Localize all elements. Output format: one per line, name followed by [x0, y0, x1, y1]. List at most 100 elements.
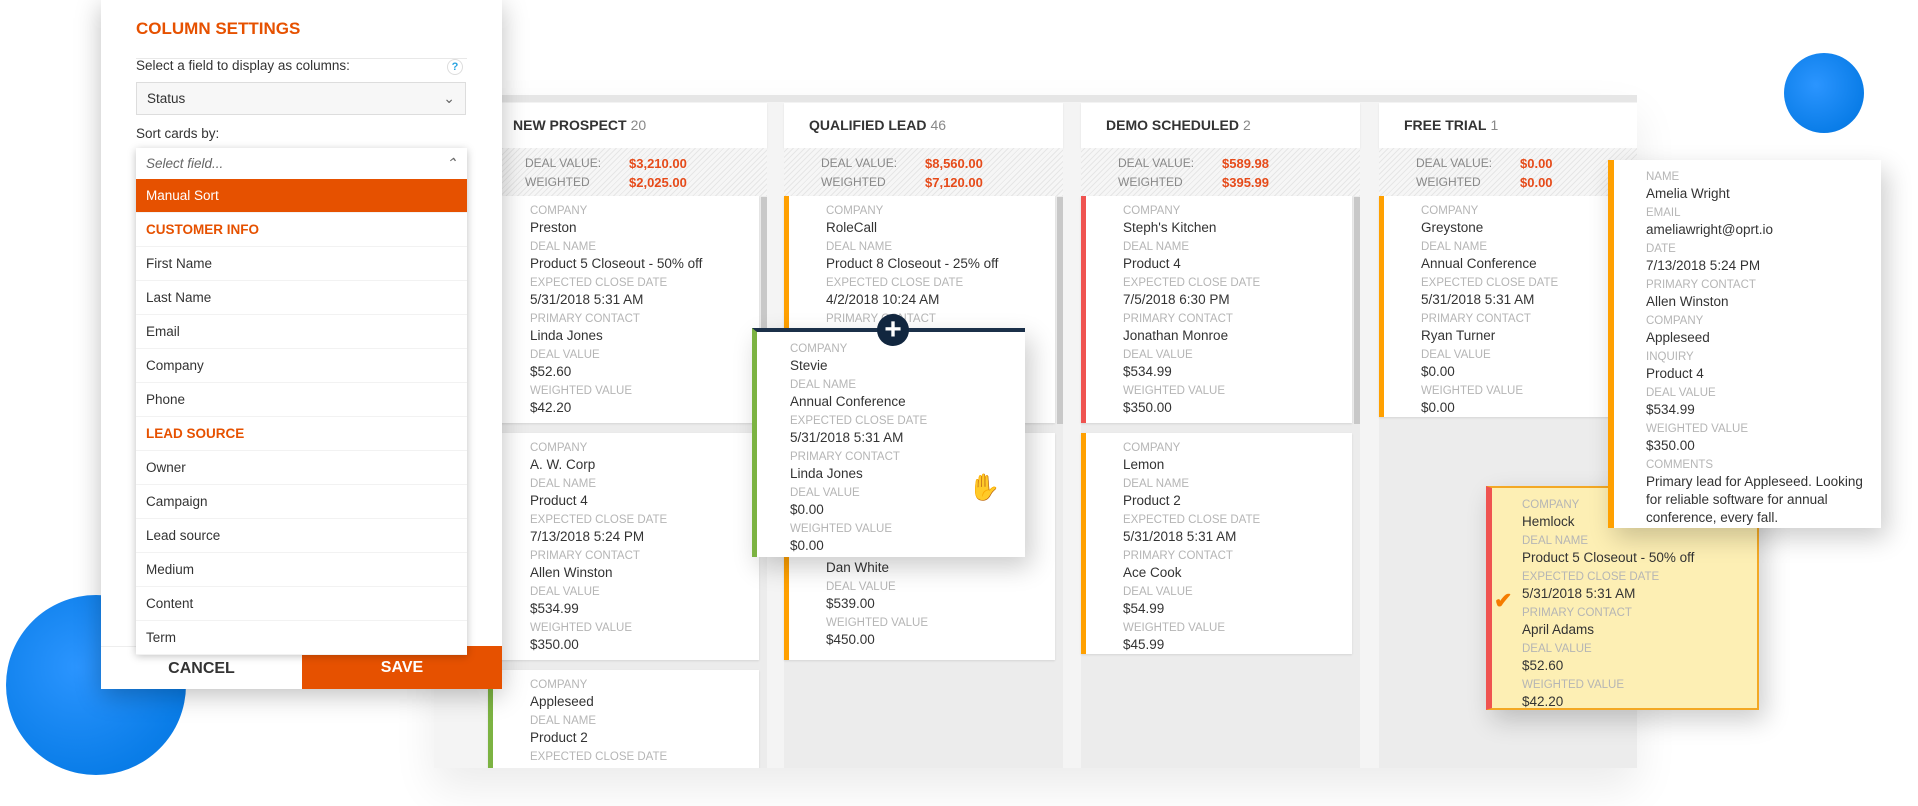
- sort-option[interactable]: Last Name: [136, 281, 467, 315]
- column-count: 20: [630, 117, 647, 133]
- deal-card[interactable]: COMPANY A. W. Corp DEAL NAME Product 4 EXPEC…: [488, 433, 759, 660]
- column-header[interactable]: FREE TRIAL 1: [1379, 103, 1637, 148]
- column-title: FREE TRIAL: [1404, 117, 1487, 133]
- field-value: Appleseed: [1646, 330, 1710, 345]
- deal-value-row: DEAL VALUE: $3,210.00: [525, 154, 767, 173]
- field-label: DEAL VALUE: [1522, 643, 1592, 655]
- field-value: 5/31/2018 5:31 AM: [530, 292, 644, 307]
- weighted-value-row: WEIGHTED VALUE: $7,120.00: [821, 173, 1063, 208]
- deal-card[interactable]: COMPANY Steph's Kitchen DEAL NAME Product 4…: [1081, 196, 1352, 423]
- card-list: COMPANY Steph's Kitchen DEAL NAME Product 4…: [1081, 196, 1360, 654]
- field-value: 7/5/2018 6:30 PM: [1123, 292, 1230, 307]
- sort-option[interactable]: Term: [136, 621, 467, 655]
- field-label: WEIGHTED VALUE: [1522, 679, 1625, 691]
- field-value: $534.99: [530, 601, 579, 616]
- field-label: COMPANY: [1421, 205, 1479, 217]
- field-label: PRIMARY CONTACT: [1522, 607, 1632, 619]
- deal-value-row: DEAL VALUE: $589.98: [1118, 154, 1360, 173]
- grab-hand-cursor-icon: ✋: [968, 472, 1001, 502]
- field-value: $450.00: [826, 632, 875, 647]
- field-value: 7/13/2018 5:24 PM: [1646, 258, 1761, 273]
- column-header[interactable]: QUALIFIED LEAD 46: [784, 103, 1063, 148]
- field-label: NAME: [1646, 171, 1680, 183]
- deal-card[interactable]: COMPANY Preston DEAL NAME Product 5 Closeou…: [488, 196, 759, 423]
- deal-value-label: DEAL VALUE:: [821, 156, 898, 170]
- field-label: PRIMARY CONTACT: [790, 451, 900, 463]
- field-label: COMPANY: [1123, 442, 1181, 454]
- sort-option[interactable]: Owner: [136, 451, 467, 485]
- column-summary: DEAL VALUE: $0.00 WEIGHTED VALUE: $0.00: [1379, 148, 1637, 208]
- field-label: COMPANY: [530, 205, 588, 217]
- field-label: WEIGHTED VALUE: [1646, 423, 1749, 435]
- column-title: QUALIFIED LEAD: [809, 117, 927, 133]
- deal-card[interactable]: COMPANY Lemon DEAL NAME Product 2 EXPECTED C…: [1081, 433, 1352, 654]
- column-settings-modal: COLUMN SETTINGS Select a field to displa…: [101, 0, 502, 689]
- field-label: WEIGHTED VALUE: [1123, 622, 1226, 634]
- column-title: NEW PROSPECT: [513, 117, 627, 133]
- field-label: EXPECTED CLOSE DATE: [1522, 571, 1660, 583]
- column-scrollbar[interactable]: [1354, 197, 1360, 424]
- field-value: Product 5 Closeout - 50% off: [530, 256, 703, 271]
- column-header[interactable]: NEW PROSPECT 20: [488, 103, 767, 148]
- column-field-select[interactable]: Status ⌄: [136, 82, 466, 115]
- field-label: DEAL NAME: [1123, 241, 1190, 253]
- deal-value-label: DEAL VALUE:: [1118, 156, 1195, 170]
- field-value: Product 4: [1123, 256, 1181, 271]
- deal-card[interactable]: COMPANY Appleseed DEAL NAME Product 2 EXPECT…: [488, 670, 759, 768]
- sort-option[interactable]: Medium: [136, 553, 467, 587]
- field-label: DEAL NAME: [530, 478, 597, 490]
- board-column: NEW PROSPECT 20 DEAL VALUE: $3,210.00 WEIGHT…: [488, 103, 767, 768]
- field-value: $54.99: [1123, 601, 1165, 616]
- column-scrollbar[interactable]: [1057, 197, 1063, 424]
- sort-option[interactable]: First Name: [136, 247, 467, 281]
- decorative-blue-circle: [1784, 53, 1864, 133]
- sort-option[interactable]: Content: [136, 587, 467, 621]
- field-value: Steph's Kitchen: [1123, 220, 1217, 235]
- help-icon[interactable]: ?: [447, 59, 463, 75]
- field-label: DEAL NAME: [530, 241, 597, 253]
- sort-option[interactable]: Campaign: [136, 485, 467, 519]
- field-label: INQUIRY: [1646, 351, 1694, 363]
- deal-card[interactable]: COMPANY Greystone DEAL NAME Annual Conferen…: [1379, 196, 1637, 417]
- field-label: EXPECTED CLOSE DATE: [826, 277, 964, 289]
- field-value: $534.99: [1123, 364, 1172, 379]
- sort-option[interactable]: Email: [136, 315, 467, 349]
- field-value: $534.99: [1646, 402, 1695, 417]
- field-value: Product 4: [530, 493, 588, 508]
- checkmark-icon[interactable]: ✔: [1494, 588, 1512, 614]
- deal-value-total: $8,560.00: [925, 156, 983, 171]
- sort-option[interactable]: Lead source: [136, 519, 467, 553]
- field-value: Annual Conference: [1421, 256, 1537, 271]
- field-label: DATE: [1646, 243, 1676, 255]
- field-label: WEIGHTED VALUE: [530, 385, 633, 397]
- field-value: Product 4: [1646, 366, 1704, 381]
- column-field-value: Status: [147, 91, 186, 106]
- deal-value-total: $0.00: [1520, 156, 1553, 171]
- detail-card[interactable]: NAME Amelia Wright EMAIL ameliawright@oprt.…: [1608, 160, 1881, 528]
- field-value: 5/31/2018 5:31 AM: [1522, 586, 1636, 601]
- field-value: $0.00: [1421, 364, 1455, 379]
- sort-placeholder: Select field...: [146, 156, 224, 171]
- field-label: DEAL VALUE: [1123, 349, 1193, 361]
- field-label: WEIGHTED VALUE: [1123, 385, 1226, 397]
- field-value: Product 5 Closeout - 50% off: [1522, 550, 1695, 565]
- sort-label: Sort cards by:: [136, 126, 220, 141]
- field-value: $42.20: [1522, 694, 1564, 709]
- field-value: 5/31/2018 5:31 AM: [530, 765, 759, 768]
- chevron-down-icon: ⌄: [443, 90, 455, 106]
- field-value: 5/31/2018 5:31 AM: [790, 430, 904, 445]
- sort-option[interactable]: Phone: [136, 383, 467, 417]
- sort-field-input[interactable]: Select field... ⌃: [136, 148, 467, 179]
- dragged-card[interactable]: COMPANY Stevie DEAL NAME Annual Conference E…: [752, 328, 1025, 557]
- deal-value-total: $3,210.00: [629, 156, 687, 171]
- sort-option[interactable]: Company: [136, 349, 467, 383]
- sort-dropdown[interactable]: Select field... ⌃ Manual Sort CUSTOMER IN…: [136, 148, 467, 655]
- column-header[interactable]: DEMO SCHEDULED 2: [1081, 103, 1360, 148]
- field-value: Annual Conference: [790, 394, 906, 409]
- field-label: DEAL NAME: [826, 241, 893, 253]
- field-label: EXPECTED CLOSE DATE: [1421, 277, 1559, 289]
- field-value: Product 2: [1123, 493, 1181, 508]
- field-value: Jonathan Monroe: [1123, 328, 1229, 343]
- column-summary: DEAL VALUE: $589.98 WEIGHTED VALUE: $395.99: [1081, 148, 1360, 208]
- sort-option[interactable]: Manual Sort: [136, 179, 467, 213]
